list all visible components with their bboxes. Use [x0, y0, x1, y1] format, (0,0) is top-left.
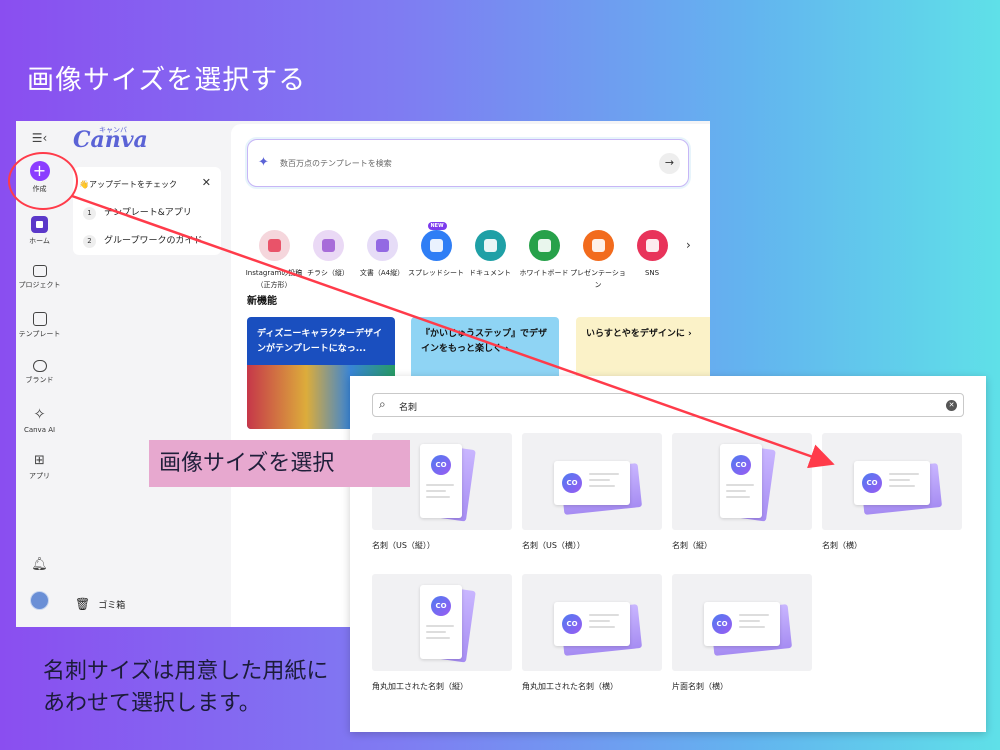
caption-line: あわせて選択します。	[43, 691, 261, 716]
slide-caption: 名刺サイズは用意した用紙に あわせて選択します。	[43, 656, 328, 720]
caption-line: 名刺サイズは用意した用紙に	[43, 659, 329, 684]
annotation-label: 画像サイズを選択	[149, 440, 410, 487]
annotation-arrow	[71, 194, 835, 469]
